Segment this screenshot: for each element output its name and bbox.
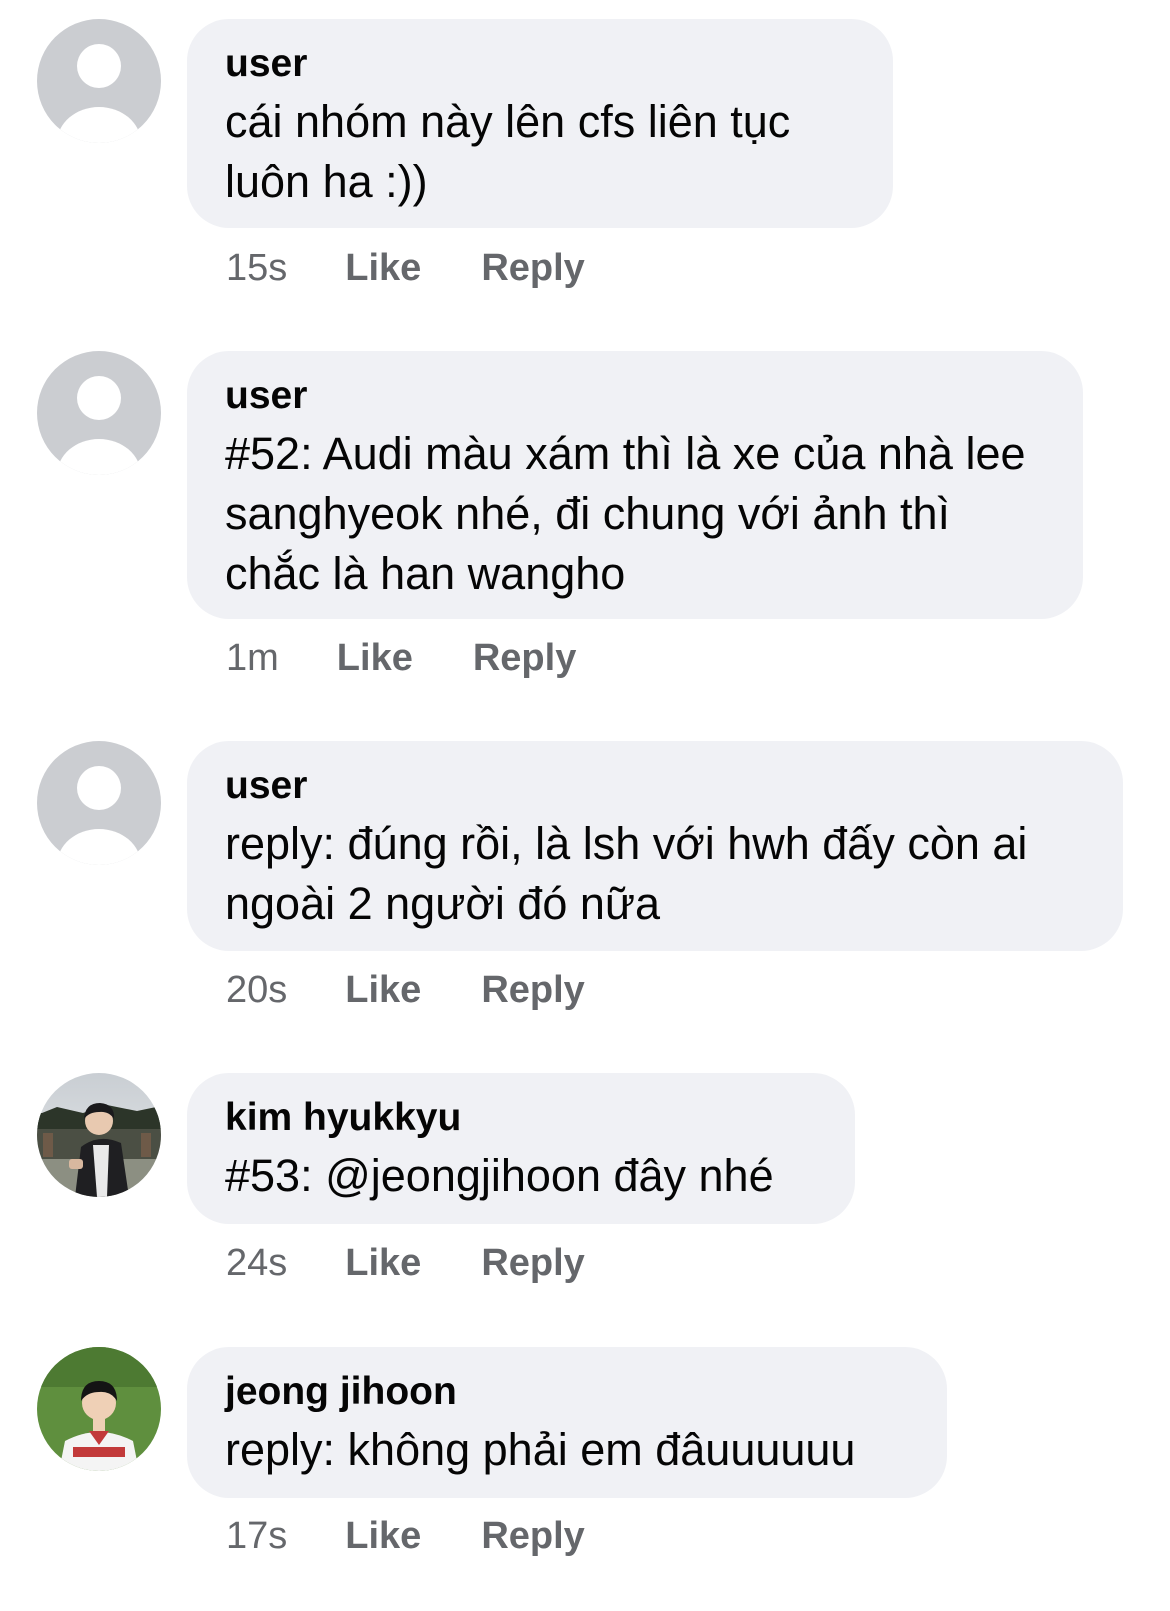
reply-button[interactable]: Reply <box>481 1242 584 1285</box>
like-button[interactable]: Like <box>345 247 421 290</box>
comment-bubble[interactable]: kim hyukkyu #53: @jeongjihoon đây nhé <box>187 1073 855 1224</box>
like-button[interactable]: Like <box>345 969 421 1012</box>
avatar[interactable] <box>37 19 161 143</box>
like-button[interactable]: Like <box>345 1515 421 1558</box>
comment-actions: 15s Like Reply <box>226 243 585 293</box>
comment-text: reply: đúng rồi, là lsh với hwh đấy còn … <box>225 818 1028 929</box>
comment-text: cái nhóm này lên cfs liên tục luôn ha :)… <box>225 96 791 207</box>
comment-actions: 1m Like Reply <box>226 633 576 683</box>
comment-text: #52: Audi màu xám thì là xe của nhà lee … <box>225 428 1026 599</box>
avatar[interactable] <box>37 1073 161 1197</box>
reply-button[interactable]: Reply <box>481 247 584 290</box>
comment-bubble[interactable]: user reply: đúng rồi, là lsh với hwh đấy… <box>187 741 1123 951</box>
comment-author[interactable]: user <box>225 762 1085 810</box>
like-button[interactable]: Like <box>337 637 413 680</box>
comment-author[interactable]: kim hyukkyu <box>225 1094 817 1142</box>
avatar[interactable] <box>37 741 161 865</box>
avatar[interactable] <box>37 1347 161 1471</box>
comment-timestamp[interactable]: 24s <box>226 1242 287 1285</box>
comment-bubble[interactable]: user #52: Audi màu xám thì là xe của nhà… <box>187 351 1083 619</box>
reply-button[interactable]: Reply <box>473 637 576 680</box>
comment-bubble[interactable]: user cái nhóm này lên cfs liên tục luôn … <box>187 19 893 228</box>
avatar[interactable] <box>37 351 161 475</box>
comment-actions: 24s Like Reply <box>226 1238 585 1288</box>
comment-timestamp[interactable]: 15s <box>226 247 287 290</box>
reply-button[interactable]: Reply <box>481 1515 584 1558</box>
reply-button[interactable]: Reply <box>481 969 584 1012</box>
comment-timestamp[interactable]: 1m <box>226 637 279 680</box>
comment-actions: 17s Like Reply <box>226 1511 585 1561</box>
default-avatar-icon <box>37 351 161 475</box>
comment-text: reply: không phải em đâuuuuuu <box>225 1424 856 1475</box>
like-button[interactable]: Like <box>345 1242 421 1285</box>
comment-bubble[interactable]: jeong jihoon reply: không phải em đâuuuu… <box>187 1347 947 1498</box>
comment-author[interactable]: user <box>225 372 1045 420</box>
comment-timestamp[interactable]: 17s <box>226 1515 287 1558</box>
default-avatar-icon <box>37 741 161 865</box>
comment-author[interactable]: user <box>225 40 855 88</box>
default-avatar-icon <box>37 19 161 143</box>
comment-author[interactable]: jeong jihoon <box>225 1368 909 1416</box>
comment-actions: 20s Like Reply <box>226 965 585 1015</box>
comment-text: #53: @jeongjihoon đây nhé <box>225 1150 774 1201</box>
profile-photo <box>37 1073 161 1197</box>
profile-photo <box>37 1347 161 1471</box>
comment-timestamp[interactable]: 20s <box>226 969 287 1012</box>
